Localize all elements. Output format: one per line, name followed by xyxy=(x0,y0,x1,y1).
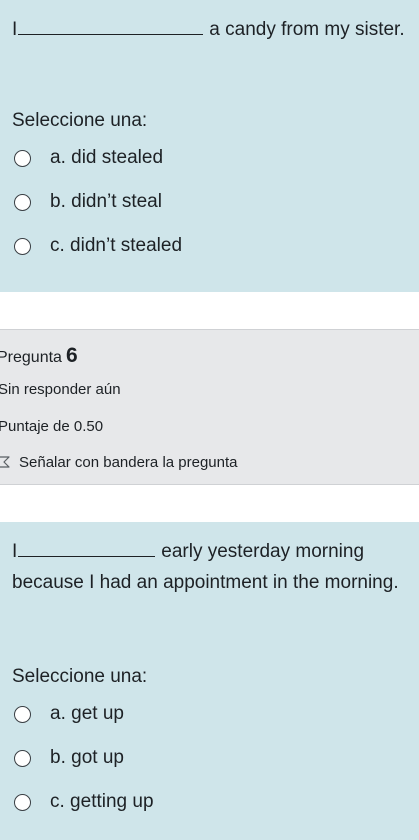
radio-button[interactable] xyxy=(14,705,31,723)
radio-button[interactable] xyxy=(14,237,31,255)
question-6-info: Pregunta 6 Sin responder aún Puntaje de 0… xyxy=(0,329,419,485)
answer-blank xyxy=(18,33,204,35)
question-grade: Puntaje de 0.50 xyxy=(0,418,104,435)
flag-icon xyxy=(0,455,10,468)
question-6-card: Iearly yesterday morning because I had a… xyxy=(0,522,419,840)
select-one-prompt: Seleccione una: xyxy=(12,666,148,687)
option-a[interactable]: a. did stealed xyxy=(14,147,163,169)
question-5-card: Ia candy from my sister. Seleccione una:… xyxy=(0,0,419,292)
option-label: a. get up xyxy=(50,703,124,724)
flag-question-link[interactable]: Señalar con bandera la pregunta xyxy=(0,454,238,471)
option-b[interactable]: b. got up xyxy=(14,747,124,769)
radio-button[interactable] xyxy=(14,793,31,811)
question-text-end: a candy from my sister. xyxy=(209,19,405,40)
answer-blank xyxy=(18,555,156,557)
radio-button[interactable] xyxy=(14,193,31,211)
flag-label: Señalar con bandera la pregunta xyxy=(19,454,238,471)
option-label: a. did stealed xyxy=(50,147,164,168)
option-label: c. getting up xyxy=(50,791,154,812)
option-c[interactable]: c. getting up xyxy=(14,791,154,813)
radio-button[interactable] xyxy=(14,749,31,767)
question-text-start: I xyxy=(12,541,18,562)
option-label: b. got up xyxy=(50,747,124,768)
question-number: Pregunta 6 xyxy=(0,344,78,368)
option-label: b. didn’t steal xyxy=(50,191,162,212)
radio-button[interactable] xyxy=(14,149,31,167)
question-state: Sin responder aún xyxy=(0,381,121,398)
question-text-start: I xyxy=(12,19,18,40)
select-one-prompt: Seleccione una: xyxy=(12,110,148,131)
question-5-text: Ia candy from my sister. xyxy=(12,0,411,45)
option-label: c. didn’t stealed xyxy=(50,235,183,256)
option-a[interactable]: a. get up xyxy=(14,703,124,725)
option-c[interactable]: c. didn’t stealed xyxy=(14,235,182,257)
question-label: Pregunta xyxy=(0,349,62,366)
question-number-value: 6 xyxy=(65,344,78,367)
question-6-text: Iearly yesterday morning because I had a… xyxy=(12,522,411,598)
question-text-end: early yesterday morning because I had an… xyxy=(12,541,399,593)
option-b[interactable]: b. didn’t steal xyxy=(14,191,162,213)
